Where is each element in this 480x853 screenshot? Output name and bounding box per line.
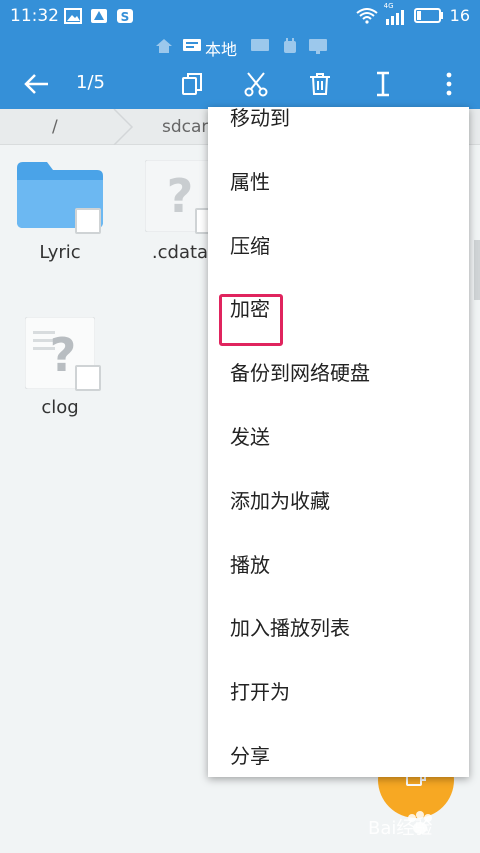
menu-item-label: 添加为收藏 bbox=[230, 488, 330, 513]
highlight-box bbox=[219, 294, 283, 346]
menu-item-label: 播放 bbox=[230, 552, 270, 577]
menu-item-label: 属性 bbox=[230, 169, 270, 194]
svg-text:S: S bbox=[121, 10, 130, 24]
image-notification-icon bbox=[64, 8, 82, 24]
scrollbar-thumb[interactable] bbox=[474, 240, 480, 300]
back-button[interactable] bbox=[20, 67, 54, 101]
copy-button[interactable] bbox=[175, 67, 209, 101]
home-icon[interactable] bbox=[155, 37, 173, 55]
delete-button[interactable] bbox=[303, 67, 337, 101]
cut-button[interactable] bbox=[239, 67, 273, 101]
battery-level: 16 bbox=[449, 6, 470, 25]
more-button[interactable] bbox=[432, 67, 466, 101]
arrow-left-icon bbox=[24, 74, 48, 94]
action-toolbar: 1/5 bbox=[0, 59, 480, 109]
menu-item[interactable]: 打开为 bbox=[208, 660, 469, 724]
network-storage-icon[interactable] bbox=[250, 37, 270, 55]
menu-item[interactable]: 压缩 bbox=[208, 214, 469, 278]
remote-icon[interactable] bbox=[308, 37, 328, 55]
file-item[interactable]: Lyric bbox=[5, 160, 115, 270]
menu-item[interactable]: 移动到 bbox=[208, 107, 469, 150]
svg-text:?: ? bbox=[50, 328, 77, 382]
context-menu: 移动到 属性 压缩 加密 备份到网络硬盘 发送 添加为收藏 播放 加入播放列表 打开为 分享 bbox=[208, 107, 469, 777]
menu-item[interactable]: 属性 bbox=[208, 150, 469, 214]
baidu-watermark: Bai经验 bbox=[368, 808, 478, 842]
menu-item-label: 移动到 bbox=[230, 107, 290, 130]
file-name: Lyric bbox=[39, 242, 81, 263]
menu-item-label: 备份到网络硬盘 bbox=[230, 361, 370, 386]
more-vertical-icon bbox=[446, 72, 452, 96]
location-label[interactable]: 本地 bbox=[205, 36, 237, 60]
menu-item-label: 打开为 bbox=[230, 680, 290, 705]
file-item[interactable]: ? clog bbox=[5, 315, 115, 425]
local-storage-icon[interactable] bbox=[182, 37, 202, 55]
sogou-notification-icon: S bbox=[117, 9, 133, 24]
breadcrumb-sdcard[interactable]: sdcar bbox=[162, 117, 208, 137]
menu-item-label: 压缩 bbox=[230, 233, 270, 258]
status-bar: 11:32 S 4G 16 bbox=[0, 0, 480, 33]
scissors-icon bbox=[244, 72, 268, 97]
text-cursor-icon bbox=[377, 71, 389, 97]
menu-item-label: 加入播放列表 bbox=[230, 616, 350, 641]
status-time: 11:32 bbox=[10, 6, 59, 26]
menu-item[interactable]: 加入播放列表 bbox=[208, 596, 469, 660]
file-name: clog bbox=[41, 397, 79, 418]
select-checkbox[interactable] bbox=[75, 365, 101, 391]
watermark-text: Bai经验 bbox=[368, 818, 433, 839]
menu-item-label: 分享 bbox=[230, 744, 270, 768]
selection-count: 1/5 bbox=[76, 72, 105, 93]
rename-button[interactable] bbox=[366, 67, 400, 101]
menu-item[interactable]: 添加为收藏 bbox=[208, 469, 469, 533]
status-right: 4G 16 bbox=[356, 2, 470, 25]
signal-icon: 4G bbox=[384, 2, 408, 25]
location-bar: 本地 bbox=[0, 33, 480, 59]
chevron-right-icon bbox=[113, 109, 134, 145]
breadcrumb-root[interactable]: / bbox=[52, 117, 58, 137]
menu-item[interactable]: 备份到网络硬盘 bbox=[208, 341, 469, 405]
app-notification-icon bbox=[91, 9, 107, 23]
menu-item[interactable]: 发送 bbox=[208, 405, 469, 469]
select-checkbox[interactable] bbox=[75, 208, 101, 234]
svg-text:?: ? bbox=[167, 169, 194, 223]
trash-icon bbox=[310, 73, 330, 95]
wifi-icon bbox=[356, 7, 378, 24]
copy-icon bbox=[182, 73, 202, 95]
menu-item-label: 发送 bbox=[230, 425, 270, 449]
menu-item[interactable]: 分享 bbox=[208, 724, 469, 777]
menu-item[interactable]: 播放 bbox=[208, 533, 469, 597]
device-icon[interactable] bbox=[280, 37, 300, 55]
battery-icon bbox=[413, 8, 443, 23]
